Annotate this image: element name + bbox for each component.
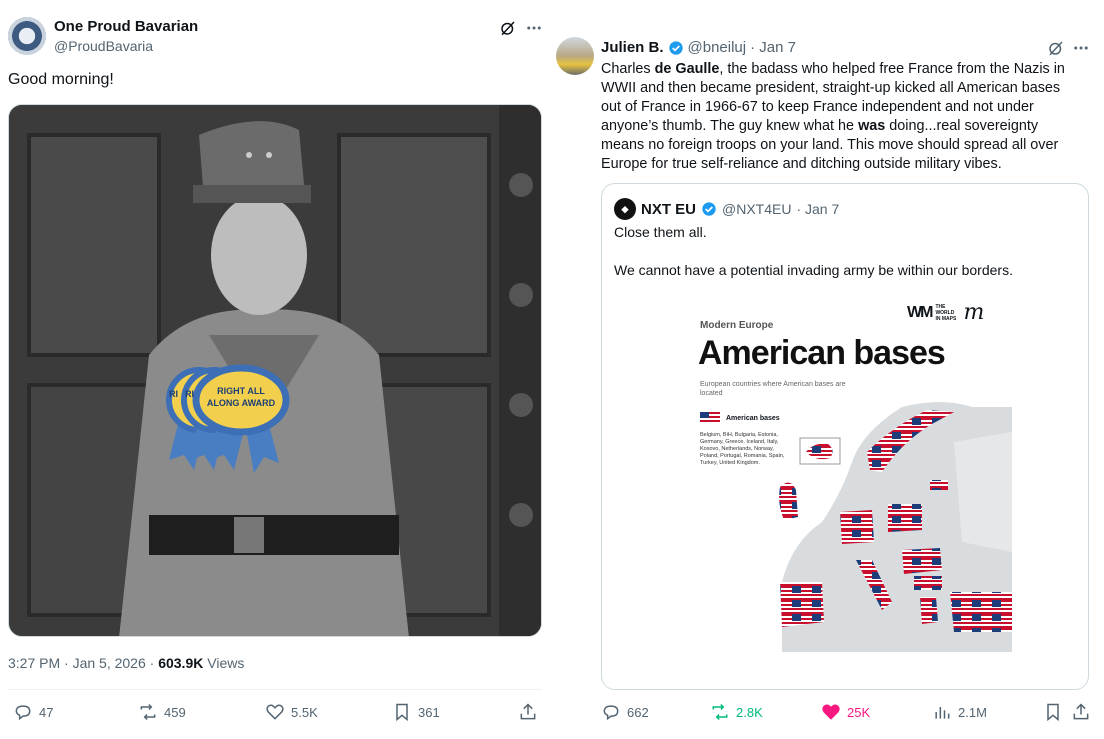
verified-icon [702,202,716,216]
like-count: 5.5K [291,704,318,720]
map-country-poland [888,504,922,532]
share-icon [520,703,536,720]
quote-text: We cannot have a potential invading army… [614,262,1013,278]
tweet-text-bold: was [858,118,886,134]
share-button[interactable] [518,700,538,724]
reply-count: 47 [39,704,54,720]
bookmark-button[interactable] [1043,700,1063,724]
map-country-germany [840,510,874,544]
tweet-meta: 3:27 PM · Jan 5, 2026 · 603.9K Views [8,655,244,671]
map-country-greece [920,597,938,624]
quote-date: · Jan 7 [796,201,840,217]
bookmark-icon [1047,703,1059,722]
bookmark-count: 361 [418,704,440,720]
award-label: RIGHT ALL ALONG AWARD [206,386,276,408]
grok-icon[interactable] [1046,38,1066,58]
reply-button[interactable]: 47 [13,700,53,724]
repost-icon [712,703,728,721]
like-button[interactable]: 25K [821,700,870,724]
europe-map [779,402,1012,652]
analytics-icon [935,707,950,719]
bookmark-button[interactable]: 361 [392,700,440,724]
repost-button[interactable]: 2.8K [710,700,763,724]
map-country-bulgaria [914,576,942,590]
tweet-timestamp[interactable]: 3:27 PM · Jan 5, 2026 · [8,655,158,671]
repost-count: 459 [164,704,186,720]
divider [8,689,542,690]
quoted-tweet[interactable]: ◆ NXT EU @NXT4EU · Jan 7 Close them all.… [601,183,1089,690]
map-country-romania [902,548,942,574]
reply-icon [603,705,619,721]
map-country-turkey [950,592,1012,632]
quote-author-name: NXT EU [641,200,697,218]
like-button[interactable]: 5.5K [265,700,318,724]
author-handle[interactable]: @bneiluj [688,39,747,56]
repost-icon [140,703,156,721]
repost-button[interactable]: 459 [138,700,186,724]
tweet-date[interactable]: · Jan 7 [750,39,796,56]
view-count: 2.1M [958,704,987,720]
author-name[interactable]: One Proud Bavarian [54,18,198,35]
reply-count: 662 [627,704,649,720]
map-country-russia [954,432,1012,552]
more-icon[interactable] [522,18,546,38]
avatar[interactable] [556,37,594,75]
repost-count: 2.8K [736,704,763,720]
share-icon [1073,703,1089,720]
heart-icon [822,704,840,720]
map-country-spain [780,582,824,627]
grok-icon[interactable] [498,18,518,38]
share-button[interactable] [1071,700,1091,724]
reply-icon [15,705,31,721]
verified-icon [668,40,683,55]
quote-text: Close them all. [614,224,707,240]
heart-icon [266,704,284,720]
map-image[interactable]: WM THE WORLD IN MAPS m Modern Europe Ame… [692,292,1016,652]
quote-header: ◆ NXT EU @NXT4EU · Jan 7 [614,198,839,220]
tweet-text-part: Charles [601,61,655,77]
award-back-label: RI [185,389,194,399]
author-handle[interactable]: @ProudBavaria [54,38,153,54]
more-icon[interactable] [1070,38,1092,58]
view-count: 603.9K [158,655,204,671]
author-name[interactable]: Julien B. [601,39,664,56]
award-back-label: RI [169,389,178,399]
tweet-header: Julien B. @bneiluj · Jan 7 [601,39,796,56]
views-button[interactable]: 2.1M [932,700,987,724]
tweet-text: Charles de Gaulle, the badass who helped… [601,60,1081,174]
map-country-estonia [930,480,948,490]
tweet-text: Good morning! [8,71,114,88]
quote-author-handle: @NXT4EU [722,201,792,217]
tweet-text-bold: de Gaulle [654,61,720,77]
bookmark-icon [396,703,408,722]
avatar[interactable] [8,17,46,55]
views-label: Views [203,655,245,671]
map-country-uk [779,482,798,520]
tweet-photo[interactable]: RI RI RIGHT ALL ALONG AWARD [8,104,542,637]
reply-button[interactable]: 662 [601,700,649,724]
avatar: ◆ [614,198,636,220]
like-count: 25K [847,704,871,720]
